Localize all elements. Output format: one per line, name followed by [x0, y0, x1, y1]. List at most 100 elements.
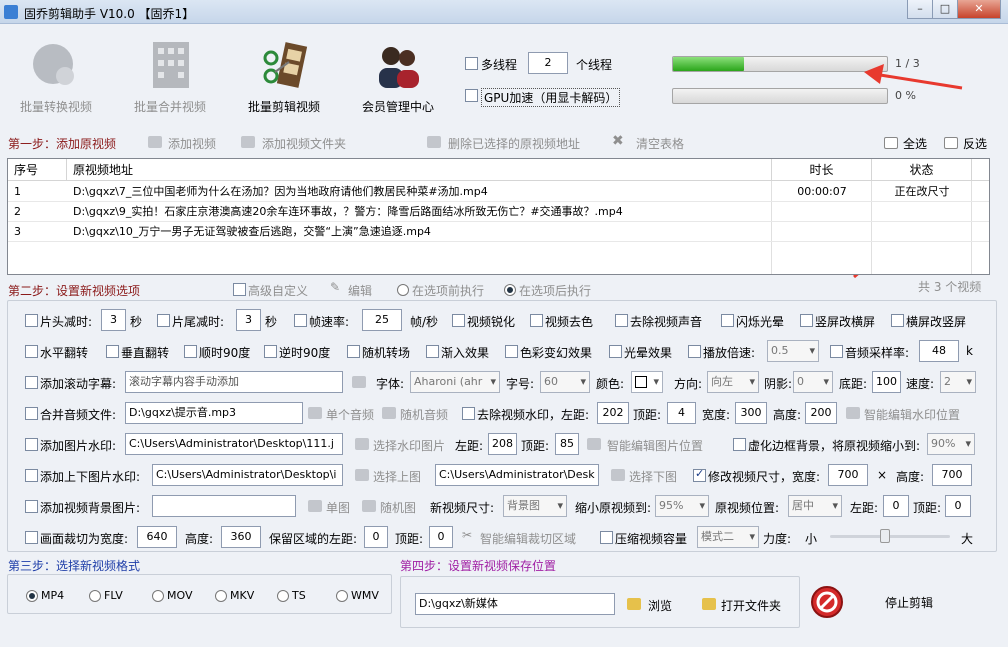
wm-left-input[interactable]: 202 — [597, 402, 629, 424]
format-radio-mkv[interactable] — [215, 590, 227, 602]
browse-button[interactable]: 浏览 — [648, 597, 672, 614]
crop-checkbox[interactable] — [25, 531, 38, 544]
wm-top-input[interactable]: 4 — [667, 402, 696, 424]
head-cut-checkbox[interactable] — [25, 314, 38, 327]
batch-convert-button[interactable]: 批量转换视频 — [6, 38, 106, 118]
orig-pos-select[interactable]: 居中 — [788, 495, 842, 517]
video-table[interactable]: 序号 原视频地址 时长 状态 1 D:\gqxz\7_三位中国老师为什么在汤加？… — [7, 158, 990, 275]
open-folder-button[interactable]: 打开文件夹 — [721, 597, 781, 614]
minimize-button[interactable]: – — [907, 0, 933, 19]
smart-wm-button[interactable]: 智能编辑水印位置 — [864, 406, 960, 423]
caption-settings-icon[interactable] — [352, 376, 366, 388]
top-image-path-input[interactable]: C:\Users\Administrator\Desktop\i — [152, 464, 343, 486]
img-top-input[interactable]: 85 — [555, 433, 579, 455]
clear-table-button[interactable]: 清空表格 — [636, 135, 684, 152]
delete-selected-button[interactable]: 删除已选择的原视频地址 — [448, 135, 580, 152]
crop-width-input[interactable]: 640 — [137, 526, 177, 548]
top-bottom-watermark-checkbox[interactable] — [25, 469, 38, 482]
flash-checkbox[interactable] — [721, 314, 734, 327]
thread-count-input[interactable]: 2 — [528, 52, 568, 74]
mute-checkbox[interactable] — [615, 314, 628, 327]
format-radio-flv[interactable] — [89, 590, 101, 602]
compress-mode-select[interactable]: 模式二 — [697, 526, 759, 548]
select-bottom-image-button[interactable]: 选择下图 — [629, 468, 677, 485]
color-picker[interactable] — [631, 371, 663, 393]
tail-cut-input[interactable]: 3 — [236, 309, 261, 331]
single-image-button[interactable]: 单图 — [326, 499, 350, 516]
background-image-input[interactable] — [152, 495, 296, 517]
wm-height-input[interactable]: 200 — [805, 402, 837, 424]
image-watermark-checkbox[interactable] — [25, 438, 38, 451]
wm-width-input[interactable]: 300 — [735, 402, 767, 424]
direction-select[interactable]: 向左 — [707, 371, 759, 393]
invert-button[interactable]: 反选 — [963, 135, 987, 152]
multithread-checkbox[interactable] — [465, 57, 478, 70]
select-all-button[interactable]: 全选 — [903, 135, 927, 152]
merge-audio-checkbox[interactable] — [25, 407, 38, 420]
resize-height-input[interactable]: 700 — [932, 464, 972, 486]
tail-cut-checkbox[interactable] — [157, 314, 170, 327]
keep-left-input[interactable]: 0 — [364, 526, 388, 548]
font-select[interactable]: Aharoni (ahr — [410, 371, 500, 393]
compress-checkbox[interactable] — [600, 531, 613, 544]
col-header-status[interactable]: 状态 — [872, 159, 972, 181]
advanced-checkbox[interactable] — [233, 283, 246, 296]
new-size-select[interactable]: 背景图 — [503, 495, 567, 517]
speed-checkbox[interactable] — [688, 345, 701, 358]
light-effect-checkbox[interactable] — [609, 345, 622, 358]
col-header-path[interactable]: 原视频地址 — [67, 159, 772, 181]
speed-select[interactable]: 0.5 — [767, 340, 819, 362]
audio-path-input[interactable]: D:\gqxz\提示音.mp3 — [125, 402, 303, 424]
force-slider-thumb[interactable] — [880, 529, 890, 543]
gpu-checkbox[interactable] — [465, 89, 478, 102]
maximize-button[interactable]: □ — [932, 0, 958, 19]
rot90cw-checkbox[interactable] — [184, 345, 197, 358]
scroll-caption-input[interactable]: 滚动字幕内容手动添加 — [125, 371, 343, 393]
format-radio-mp4[interactable] — [26, 590, 38, 602]
batch-merge-button[interactable]: 批量合并视频 — [120, 38, 220, 118]
before-radio[interactable] — [397, 284, 409, 296]
sharpen-checkbox[interactable] — [452, 314, 465, 327]
remove-watermark-checkbox[interactable] — [462, 407, 475, 420]
decolor-checkbox[interactable] — [530, 314, 543, 327]
select-top-image-button[interactable]: 选择上图 — [373, 468, 421, 485]
resize-checkbox[interactable] — [693, 467, 706, 482]
smart-image-button[interactable]: 智能编辑图片位置 — [607, 437, 703, 454]
batch-edit-button[interactable]: 批量剪辑视频 — [234, 38, 334, 118]
scroll-caption-checkbox[interactable] — [25, 376, 38, 389]
image-path-input[interactable]: C:\Users\Administrator\Desktop\111.j — [125, 433, 343, 455]
bottom-input[interactable]: 100 — [872, 371, 901, 393]
keep-top-input[interactable]: 0 — [429, 526, 453, 548]
sample-rate-input[interactable]: 48 — [919, 340, 959, 362]
after-radio[interactable] — [504, 284, 516, 296]
smart-crop-button[interactable]: 智能编辑裁切区域 — [480, 530, 576, 547]
hflip-checkbox[interactable] — [25, 345, 38, 358]
stop-icon[interactable] — [810, 585, 844, 619]
close-button[interactable]: ✕ — [957, 0, 1001, 19]
format-radio-wmv[interactable] — [336, 590, 348, 602]
stop-button[interactable]: 停止剪辑 — [885, 594, 933, 611]
random-audio-button[interactable]: 随机音频 — [400, 406, 448, 423]
select-watermark-image-button[interactable]: 选择水印图片 — [373, 437, 445, 454]
add-folder-button[interactable]: 添加视频文件夹 — [262, 135, 346, 152]
member-center-button[interactable]: 会员管理中心 — [348, 38, 448, 118]
blur-bg-checkbox[interactable] — [733, 438, 746, 451]
force-slider-track[interactable] — [830, 535, 950, 538]
bg-top-input[interactable]: 0 — [945, 495, 971, 517]
bg-left-input[interactable]: 0 — [883, 495, 909, 517]
fps-checkbox[interactable] — [294, 314, 307, 327]
single-audio-button[interactable]: 单个音频 — [326, 406, 374, 423]
crop-height-input[interactable]: 360 — [221, 526, 261, 548]
speed2-select[interactable]: 2 — [940, 371, 976, 393]
col-header-duration[interactable]: 时长 — [772, 159, 872, 181]
save-path-input[interactable]: D:\gqxz\新媒体 — [415, 593, 615, 615]
resize-width-input[interactable]: 700 — [828, 464, 868, 486]
background-image-checkbox[interactable] — [25, 500, 38, 513]
h2v-checkbox[interactable] — [891, 314, 904, 327]
bottom-image-path-input[interactable]: C:\Users\Administrator\Desk — [435, 464, 599, 486]
vflip-checkbox[interactable] — [106, 345, 119, 358]
shrink-select[interactable]: 95% — [655, 495, 709, 517]
sample-rate-checkbox[interactable] — [830, 345, 843, 358]
v2h-checkbox[interactable] — [800, 314, 813, 327]
blur-scale-select[interactable]: 90% — [927, 433, 975, 455]
